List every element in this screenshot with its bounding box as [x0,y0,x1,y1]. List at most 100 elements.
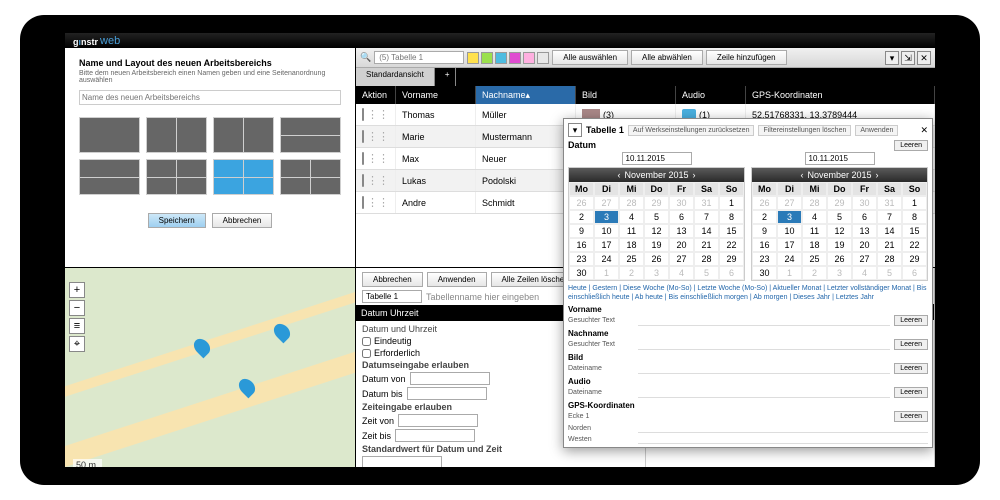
cancel-button[interactable]: Abbrechen [212,213,273,228]
layout-option[interactable] [79,117,140,153]
prev-month-icon: ‹ [617,170,620,180]
date-to-field[interactable] [805,152,875,165]
close-icon[interactable]: ✕ [917,51,931,65]
add-row-button[interactable]: Zeile hinzufügen [706,50,787,65]
calendar-from[interactable]: ‹November 2015› MoDiMiDoFrSaSo2627282930… [568,167,745,281]
bild-filter-input[interactable] [638,364,890,374]
date-from-field[interactable] [622,152,692,165]
form-cancel-button[interactable]: Abbrechen [362,272,423,287]
reset-factory-button[interactable]: Auf Werkseinstellungen zurücksetzen [628,125,755,136]
color-swatch[interactable] [467,52,479,64]
calendar-to[interactable]: ‹November 2015› MoDiMiDoFrSaSo2627282930… [751,167,928,281]
locate-icon[interactable]: ⌖ [69,336,85,352]
tab-standard[interactable]: Standardansicht [356,68,435,86]
clipboard-icon[interactable] [362,108,364,121]
clipboard-icon[interactable] [362,130,364,143]
layout-option[interactable] [280,117,341,153]
col-bild[interactable]: Bild [576,86,676,104]
brand-suffix: web [100,35,120,47]
clear-datum-button[interactable]: Leeren [894,140,928,151]
nachname-filter-input[interactable] [638,340,890,350]
search-icon: 🔍 [360,52,371,63]
clipboard-icon[interactable] [362,152,364,165]
drag-icon[interactable]: ⋮⋮ [367,178,389,184]
date-to-input[interactable] [407,387,487,400]
sec-bild: Bild [568,353,928,362]
dialog-close-icon[interactable]: ✕ [920,125,928,136]
screen: gınstr web Name und Layout des neuen Arb… [65,33,935,467]
table-name-hint: Tabellenname hier eingeben [426,292,539,302]
layout-option[interactable] [79,159,140,195]
col-vorname[interactable]: Vorname [396,86,476,104]
col-gps[interactable]: GPS-Koordinaten [746,86,935,104]
default-dt-input[interactable] [362,456,442,467]
vorname-filter-input[interactable] [638,316,890,326]
brand-logo: gınstr [73,33,98,48]
clipboard-icon[interactable] [362,174,364,187]
drag-icon[interactable]: ⋮⋮ [367,200,389,206]
workspace-name-input[interactable] [79,90,341,105]
table-search-input[interactable] [374,51,464,64]
dialog-title: Tabelle 1 [586,125,624,135]
layout-option[interactable] [213,117,274,153]
tab-add[interactable]: + [435,68,456,86]
sec-vorname: Vorname [568,305,928,314]
table-toolbar: 🔍 Alle auswählen Alle abwählen Zeile hin… [356,48,935,68]
map-controls: + − ≡ ⌖ [69,282,85,352]
audio-filter-input[interactable] [638,388,890,398]
drag-icon[interactable]: ⋮⋮ [367,112,389,118]
color-swatch[interactable] [495,52,507,64]
next-month-icon: › [876,170,879,180]
clear-button[interactable]: Leeren [894,363,928,374]
layout-option-selected[interactable] [213,159,274,195]
time-from-input[interactable] [398,414,478,427]
col-aktion[interactable]: Aktion [356,86,396,104]
layout-subtitle: Bitte dem neuen Arbeitsbereich einen Nam… [79,70,341,84]
color-swatch[interactable] [509,52,521,64]
layout-grid [79,117,341,195]
time-to-input[interactable] [395,429,475,442]
tablet-frame: gınstr web Name und Layout des neuen Arb… [20,15,980,485]
next-month-icon: › [693,170,696,180]
quick-range-links[interactable]: Heute | Gestern | Diese Woche (Mo-So) | … [568,284,928,302]
westen-input[interactable] [638,434,928,444]
table-name-input[interactable] [362,290,422,303]
date-from-input[interactable] [410,372,490,385]
sec-gps: GPS-Koordinaten [568,401,928,410]
clear-button[interactable]: Leeren [894,411,928,422]
app-topbar: gınstr web [65,33,935,48]
col-nachname[interactable]: Nachname ▴ [476,86,576,104]
layout-title: Name und Layout des neuen Arbeitsbereich… [79,58,341,68]
export-icon[interactable]: ⇲ [901,51,915,65]
select-all-button[interactable]: Alle auswählen [552,50,628,65]
clear-button[interactable]: Leeren [894,339,928,350]
layers-icon[interactable]: ≡ [69,318,85,334]
color-swatch[interactable] [481,52,493,64]
map-pane: + − ≡ ⌖ 50 m200 ft [65,268,355,467]
form-apply-button[interactable]: Anwenden [427,272,487,287]
layout-picker-pane: Name und Layout des neuen Arbeitsbereich… [65,48,355,267]
map-canvas[interactable]: + − ≡ ⌖ 50 m200 ft [65,268,355,467]
deselect-all-button[interactable]: Alle abwählen [631,50,703,65]
layout-option[interactable] [146,117,207,153]
color-swatch[interactable] [537,52,549,64]
zoom-in-icon[interactable]: + [69,282,85,298]
color-swatch[interactable] [523,52,535,64]
layout-option[interactable] [280,159,341,195]
funnel-icon: ▾ [568,123,582,137]
clear-button[interactable]: Leeren [894,315,928,326]
filter-icon[interactable]: ▾ [885,51,899,65]
zoom-out-icon[interactable]: − [69,300,85,316]
clipboard-icon[interactable] [362,196,364,209]
save-button[interactable]: Speichern [148,213,206,228]
sec-audio: Audio [568,377,928,386]
norden-input[interactable] [638,423,928,433]
apply-filter-button[interactable]: Anwenden [855,125,898,136]
prev-month-icon: ‹ [800,170,803,180]
col-audio[interactable]: Audio [676,86,746,104]
clear-button[interactable]: Leeren [894,387,928,398]
layout-option[interactable] [146,159,207,195]
drag-icon[interactable]: ⋮⋮ [367,134,389,140]
drag-icon[interactable]: ⋮⋮ [367,156,389,162]
delete-filter-button[interactable]: Filtereinstellungen löschen [758,125,851,136]
